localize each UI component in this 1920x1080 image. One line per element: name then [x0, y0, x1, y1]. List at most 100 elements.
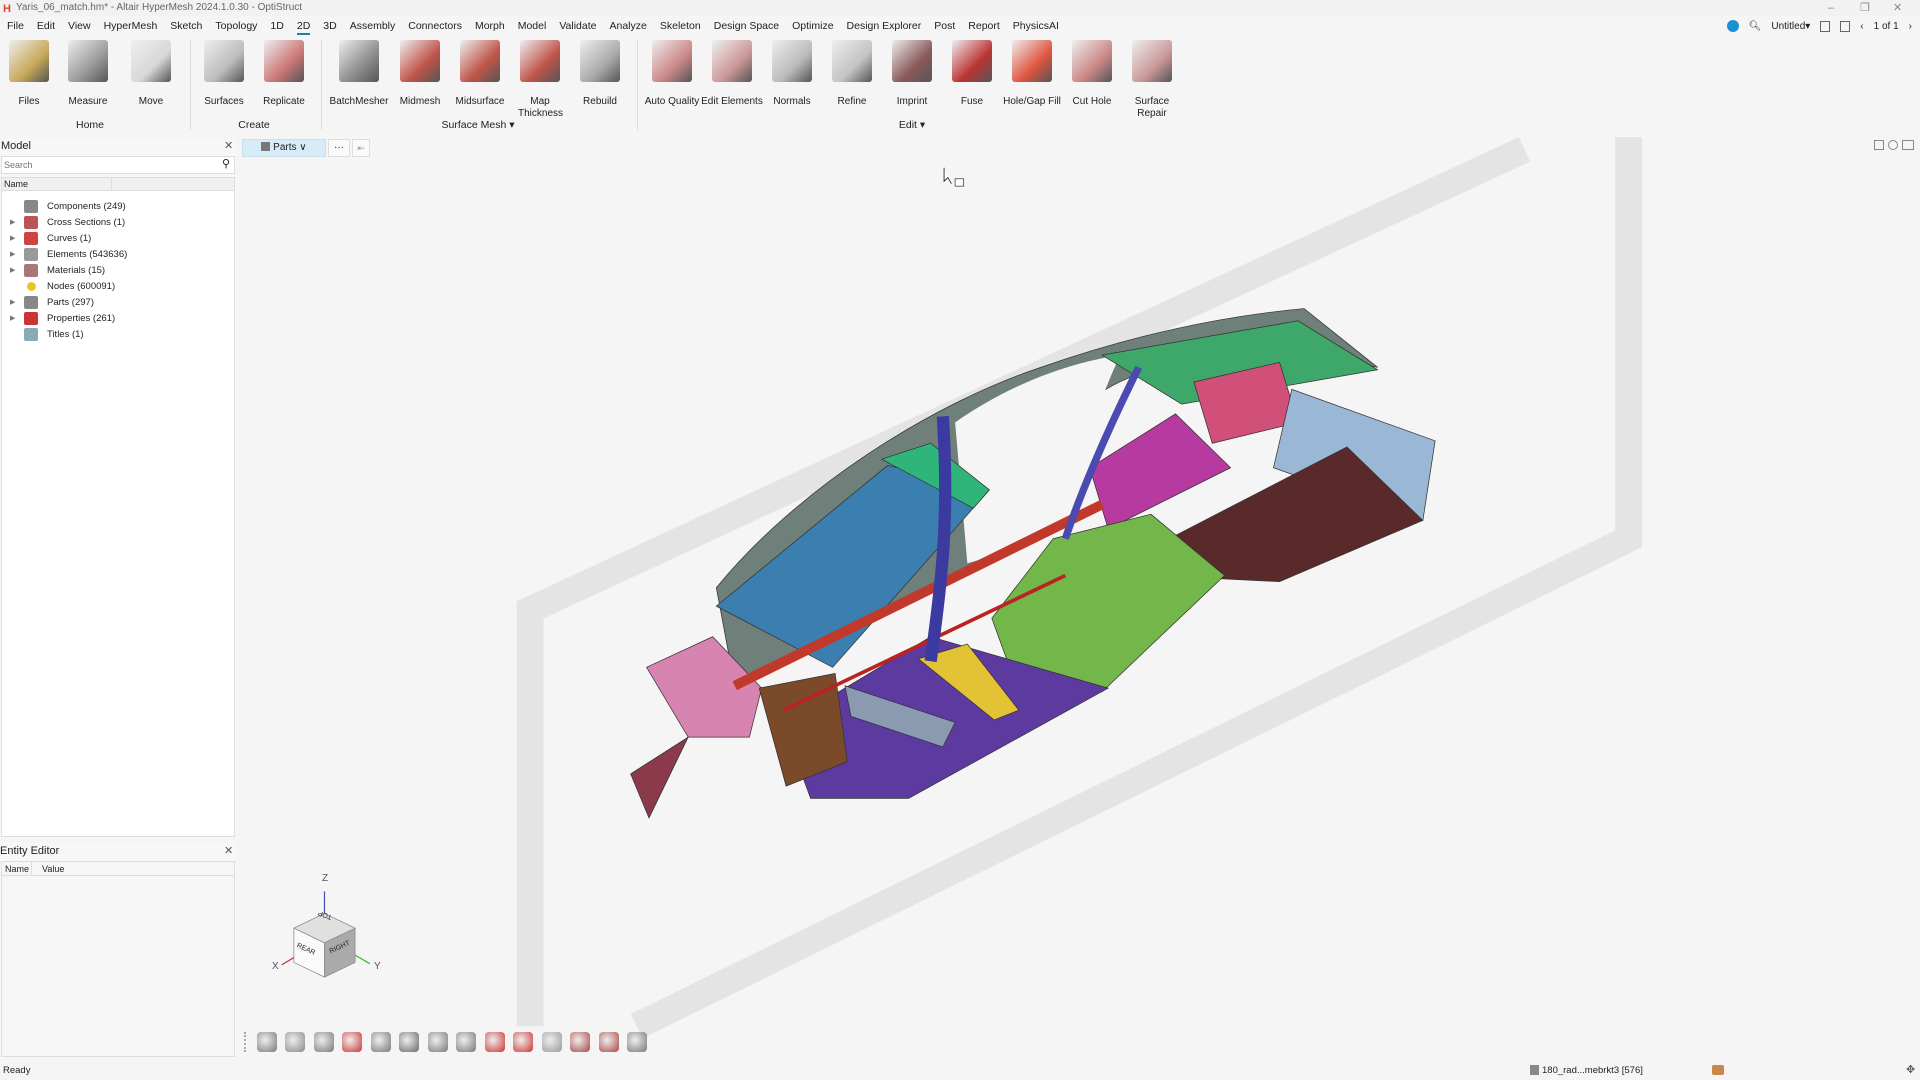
menu-report[interactable]: Report — [968, 17, 1000, 35]
map-thickness-button[interactable]: Map Thickness — [509, 40, 571, 120]
replicate-button[interactable]: Replicate — [253, 40, 315, 108]
surface-repair-button[interactable]: Surface Repair — [1121, 40, 1183, 120]
column-header-name[interactable]: Name — [2, 178, 234, 191]
auto-quality-button[interactable]: Auto Quality — [641, 40, 703, 108]
midsurface-button[interactable]: Midsurface — [449, 40, 511, 108]
search-field[interactable]: ⚲ — [1, 156, 235, 174]
imprint-button[interactable]: Imprint — [881, 40, 943, 108]
navcube-rear-label[interactable]: REAR — [295, 942, 316, 957]
menu-design-space[interactable]: Design Space — [714, 17, 779, 35]
menu-morph[interactable]: Morph — [475, 17, 505, 35]
edit-elements-button[interactable]: Edit Elements — [701, 40, 763, 108]
current-selection[interactable]: 180_rad...mebrkt3 [576] — [1542, 1065, 1643, 1076]
explode-icon[interactable] — [599, 1032, 619, 1052]
rebuild-button[interactable]: Rebuild — [569, 40, 631, 108]
minimize-button[interactable]: – — [1828, 0, 1834, 16]
layout-icon[interactable] — [1874, 140, 1884, 150]
batchmesher-button[interactable]: BatchMesher — [328, 40, 390, 108]
expand-arrow-icon[interactable]: ▶ — [10, 266, 24, 274]
search-input[interactable] — [2, 157, 202, 172]
menu-post[interactable]: Post — [934, 17, 955, 35]
camera-icon[interactable] — [371, 1032, 391, 1052]
surfaces-button[interactable]: Surfaces — [193, 40, 255, 108]
expand-arrow-icon[interactable]: ▶ — [10, 298, 24, 306]
menu-2d[interactable]: 2D — [297, 17, 310, 35]
menu-analyze[interactable]: Analyze — [610, 17, 647, 35]
group-label-surfacemesh[interactable]: Surface Mesh ▾ — [442, 119, 515, 131]
clip-icon[interactable] — [428, 1032, 448, 1052]
move-button[interactable]: Move — [120, 40, 182, 108]
normals-button[interactable]: Normals — [761, 40, 823, 108]
display-icon[interactable] — [485, 1032, 505, 1052]
rotate-icon[interactable] — [257, 1032, 277, 1052]
menu-physicsai[interactable]: PhysicsAI — [1013, 17, 1059, 35]
view-cube[interactable] — [282, 891, 370, 977]
tree-item[interactable]: ▶Elements (543636) — [10, 246, 127, 262]
files-button[interactable]: Files — [0, 40, 60, 108]
more-options-button[interactable]: ··· — [328, 139, 350, 157]
measure-button[interactable]: Measure — [57, 40, 119, 108]
navcube-right-label[interactable]: RIGHT — [329, 940, 352, 956]
menu-assembly[interactable]: Assembly — [350, 17, 396, 35]
restore-button[interactable]: ❐ — [1860, 0, 1870, 16]
new-page-icon[interactable] — [1840, 21, 1850, 32]
group-label-edit[interactable]: Edit ▾ — [899, 119, 925, 131]
fuse-button[interactable]: Fuse — [941, 40, 1003, 108]
tree-item[interactable]: ▶Cross Sections (1) — [10, 214, 125, 230]
menu-view[interactable]: View — [68, 17, 91, 35]
tree-item[interactable]: ▶Curves (1) — [10, 230, 91, 246]
cut-hole-button[interactable]: Cut Hole — [1061, 40, 1123, 108]
tree-item[interactable]: ▶Materials (15) — [10, 262, 105, 278]
expand-arrow-icon[interactable]: ▶ — [10, 218, 24, 226]
menu-1d[interactable]: 1D — [270, 17, 283, 35]
expand-arrow-icon[interactable]: ▶ — [10, 234, 24, 242]
altair-one-icon[interactable] — [1727, 20, 1739, 32]
next-page-button[interactable]: › — [1909, 21, 1912, 32]
spin-icon[interactable] — [285, 1032, 305, 1052]
hide-icon[interactable] — [513, 1032, 533, 1052]
parts-dropdown[interactable]: Parts ∨ — [242, 139, 326, 157]
axes-icon[interactable] — [542, 1032, 562, 1052]
move-layout-icon[interactable] — [1888, 140, 1898, 150]
maximize-view-icon[interactable] — [1902, 140, 1914, 150]
menu-topology[interactable]: Topology — [215, 17, 257, 35]
menu-model[interactable]: Model — [518, 17, 547, 35]
tree-item[interactable]: ▶Parts (297) — [10, 294, 94, 310]
menu-validate[interactable]: Validate — [559, 17, 596, 35]
find-icon[interactable] — [570, 1032, 590, 1052]
menu-3d[interactable]: 3D — [323, 17, 336, 35]
pin-button[interactable]: ⇤ — [352, 139, 370, 157]
menu-hypermesh[interactable]: HyperMesh — [104, 17, 158, 35]
midmesh-button[interactable]: Midmesh — [389, 40, 451, 108]
crown-icon[interactable] — [1712, 1065, 1724, 1075]
hole-gap-fill-button[interactable]: Hole/Gap Fill — [1001, 40, 1063, 108]
search-icon[interactable]: 🔍︎ — [1749, 21, 1762, 32]
page-icon[interactable] — [1820, 21, 1830, 32]
menu-skeleton[interactable]: Skeleton — [660, 17, 701, 35]
menu-optimize[interactable]: Optimize — [792, 17, 833, 35]
menu-connectors[interactable]: Connectors — [408, 17, 462, 35]
tree-item[interactable]: Nodes (600091) — [10, 278, 115, 294]
graphics-viewport[interactable] — [0, 0, 1920, 1080]
lock-icon[interactable] — [627, 1032, 647, 1052]
close-entity-editor-button[interactable]: ✕ — [224, 844, 233, 857]
toolbar-grip[interactable] — [244, 1032, 248, 1052]
menu-design-explorer[interactable]: Design Explorer — [847, 17, 922, 35]
menu-edit[interactable]: Edit — [37, 17, 55, 35]
menu-file[interactable]: File — [7, 17, 24, 35]
perspective-icon[interactable] — [399, 1032, 419, 1052]
navcube-top-label[interactable]: TOP — [317, 909, 333, 920]
tree-item[interactable]: Components (249) — [10, 198, 126, 214]
snap-icon[interactable]: ✥ — [1906, 1063, 1915, 1076]
expand-arrow-icon[interactable]: ▶ — [10, 250, 24, 258]
menu-sketch[interactable]: Sketch — [170, 17, 202, 35]
session-dropdown[interactable]: Untitled▾ — [1771, 21, 1810, 32]
expand-arrow-icon[interactable]: ▶ — [10, 314, 24, 322]
search-icon[interactable]: ⚲ — [222, 157, 230, 170]
fit-icon[interactable] — [342, 1032, 362, 1052]
close-button[interactable]: ✕ — [1893, 0, 1902, 16]
tree-item[interactable]: ▶Properties (261) — [10, 310, 115, 326]
tree-item[interactable]: Titles (1) — [10, 326, 84, 342]
zoom-icon[interactable] — [314, 1032, 334, 1052]
close-model-panel-button[interactable]: ✕ — [224, 139, 233, 152]
